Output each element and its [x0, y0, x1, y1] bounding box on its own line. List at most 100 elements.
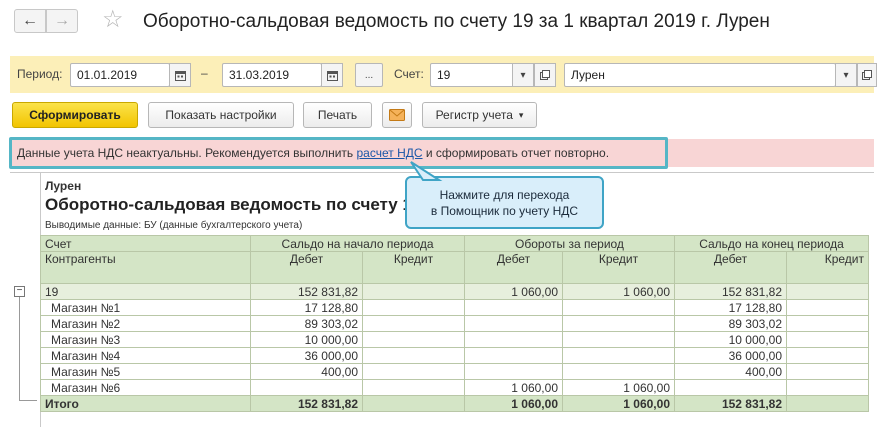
- back-button[interactable]: ←: [14, 9, 46, 33]
- opening-credit-cell: [362, 379, 465, 396]
- turnover-debit-cell: [464, 315, 563, 332]
- tooltip-pointer: [410, 161, 443, 181]
- account-label: Счет:: [394, 67, 424, 81]
- report-organization: Лурен: [45, 179, 82, 193]
- closing-debit-cell: 17 128,80: [674, 299, 787, 316]
- parameters-panel: Период: 01.01.2019 – 31.03.2019 ... Счет…: [10, 56, 877, 93]
- counterparty-cell: Магазин №5: [40, 363, 251, 380]
- opening-debit-cell: 36 000,00: [250, 347, 363, 364]
- vat-calculation-link[interactable]: расчет НДС: [357, 146, 423, 160]
- turnover-credit-cell: [562, 315, 675, 332]
- turnover-debit-cell: 1 060,00: [464, 395, 563, 412]
- favorite-star-icon[interactable]: ☆: [102, 8, 124, 32]
- print-button[interactable]: Печать: [303, 102, 372, 128]
- opening-credit-cell: [362, 395, 465, 412]
- organization-field[interactable]: Лурен: [564, 63, 836, 87]
- closing-debit-cell: 10 000,00: [674, 331, 787, 348]
- closing-credit-cell: [786, 331, 869, 348]
- report-output-data: Выводимые данные: БУ (данные бухгалтерск…: [45, 220, 303, 231]
- arrow-left-icon: ←: [22, 12, 38, 29]
- turnover-credit-cell: [562, 363, 675, 380]
- counterparty-row[interactable]: Магазин №2 89 303,02 89 303,02: [40, 315, 869, 332]
- turnover-credit-cell: 1 060,00: [562, 395, 675, 412]
- turnover-debit-cell: 1 060,00: [464, 283, 563, 300]
- closing-debit-cell: [674, 379, 787, 396]
- calendar-from-button[interactable]: [169, 63, 191, 87]
- opening-debit-cell: 89 303,02: [250, 315, 363, 332]
- warning-message: Данные учета НДС неактуальны. Рекомендуе…: [17, 146, 609, 160]
- period-select-button[interactable]: ...: [355, 63, 383, 87]
- opening-debit-cell: [250, 379, 363, 396]
- warning-text-before: Данные учета НДС неактуальны. Рекомендуе…: [17, 146, 357, 160]
- tooltip-vat-assistant: Нажмите для перехода в Помощник по учету…: [405, 176, 604, 229]
- account-row[interactable]: 19 152 831,82 1 060,00 1 060,00 152 831,…: [40, 283, 869, 300]
- header-debit: Дебет: [674, 251, 787, 284]
- calendar-icon: [174, 70, 186, 81]
- window-header: ← → ☆ Оборотно-сальдовая ведомость по сч…: [0, 0, 884, 48]
- closing-credit-cell: [786, 363, 869, 380]
- closing-credit-cell: [786, 347, 869, 364]
- opening-credit-cell: [362, 299, 465, 316]
- open-form-icon: [862, 70, 872, 80]
- turnover-credit-cell: 1 060,00: [562, 379, 675, 396]
- period-label: Период:: [17, 67, 63, 81]
- total-label: Итого: [40, 395, 251, 412]
- opening-debit-cell: 152 831,82: [250, 283, 363, 300]
- account-dropdown-button[interactable]: ▾: [512, 63, 534, 87]
- turnover-debit-cell: [464, 331, 563, 348]
- counterparty-cell: Магазин №1: [40, 299, 251, 316]
- date-to-field[interactable]: 31.03.2019: [222, 63, 322, 87]
- total-row: Итого 152 831,82 1 060,00 1 060,00 152 8…: [40, 395, 869, 412]
- period-dash: –: [201, 66, 208, 80]
- header-turnover: Обороты за период: [464, 235, 675, 252]
- calendar-to-button[interactable]: [321, 63, 343, 87]
- opening-debit-cell: 10 000,00: [250, 331, 363, 348]
- organization-dropdown-button[interactable]: ▾: [835, 63, 857, 87]
- closing-debit-cell: 89 303,02: [674, 315, 787, 332]
- dropdown-arrow-icon: ▾: [843, 69, 849, 81]
- header-credit: Кредит: [786, 251, 869, 284]
- counterparty-row[interactable]: Магазин №3 10 000,00 10 000,00: [40, 331, 869, 348]
- dropdown-arrow-icon: ▾: [520, 69, 526, 81]
- report-table: Счет Сальдо на начало периода Обороты за…: [40, 235, 869, 412]
- counterparty-cell: Магазин №6: [40, 379, 251, 396]
- account-field[interactable]: 19: [430, 63, 514, 87]
- date-from-field[interactable]: 01.01.2019: [70, 63, 170, 87]
- account-open-button[interactable]: [534, 63, 556, 87]
- envelope-icon: [389, 109, 405, 121]
- counterparty-row[interactable]: Магазин №6 1 060,00 1 060,00: [40, 379, 869, 396]
- counterparty-row[interactable]: Магазин №1 17 128,80 17 128,80: [40, 299, 869, 316]
- collapse-group-button[interactable]: −: [14, 286, 25, 297]
- opening-credit-cell: [362, 283, 465, 300]
- counterparty-row[interactable]: Магазин №5 400,00 400,00: [40, 363, 869, 380]
- organization-open-button[interactable]: [857, 63, 877, 87]
- header-counterparties: Контрагенты: [40, 251, 251, 284]
- tree-line: [19, 297, 20, 401]
- header-opening-balance: Сальдо на начало периода: [250, 235, 465, 252]
- header-account: Счет: [40, 235, 251, 252]
- forward-button[interactable]: →: [46, 9, 78, 33]
- closing-credit-cell: [786, 283, 869, 300]
- counterparty-cell: Магазин №4: [40, 347, 251, 364]
- generate-button[interactable]: Сформировать: [12, 102, 138, 128]
- show-settings-button[interactable]: Показать настройки: [148, 102, 294, 128]
- turnover-debit-cell: [464, 363, 563, 380]
- turnover-credit-cell: 1 060,00: [562, 283, 675, 300]
- email-button[interactable]: [382, 102, 412, 128]
- tooltip-line-2: в Помощник по учету НДС: [430, 204, 579, 218]
- turnover-debit-cell: [464, 347, 563, 364]
- opening-credit-cell: [362, 331, 465, 348]
- closing-credit-cell: [786, 379, 869, 396]
- warning-text-after: и сформировать отчет повторно.: [422, 146, 610, 160]
- calendar-icon: [326, 70, 338, 81]
- counterparty-row[interactable]: Магазин №4 36 000,00 36 000,00: [40, 347, 869, 364]
- opening-debit-cell: 17 128,80: [250, 299, 363, 316]
- closing-credit-cell: [786, 395, 869, 412]
- register-dropdown-button[interactable]: Регистр учета ▾: [422, 102, 537, 128]
- opening-credit-cell: [362, 363, 465, 380]
- opening-credit-cell: [362, 347, 465, 364]
- tree-line-end: [19, 400, 37, 401]
- turnover-debit-cell: [464, 299, 563, 316]
- turnover-credit-cell: [562, 347, 675, 364]
- arrow-right-icon: →: [54, 12, 70, 29]
